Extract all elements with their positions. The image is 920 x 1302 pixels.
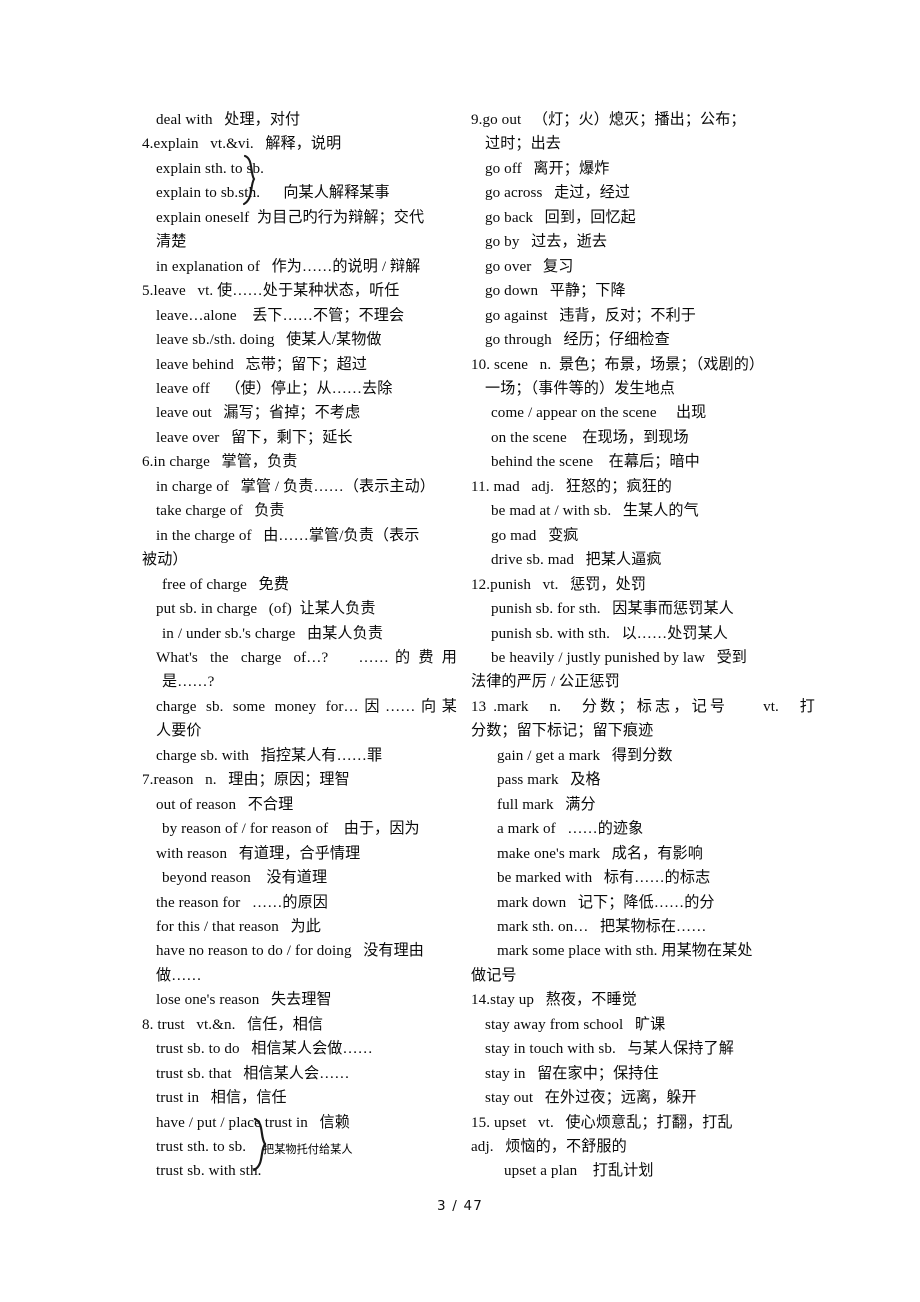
text-line: in the charge of 由……掌管/负责（表示 [156,527,420,544]
text-line: 5.leave vt. 使……处于某种状态，听任 [142,283,400,300]
trust-brace-note: 把某物托付给某人 [263,1143,353,1156]
text-line: drive sb. mad 把某人逼疯 [491,552,662,569]
document-page: deal with 处理，对付 4.explain vt.&vi. 解释，说明 ex… [0,0,920,1302]
text-line: charge sb. some money for…因……向某 [156,698,457,715]
text-line: be mad at / with sb. 生某人的气 [491,503,699,520]
text-line: stay in touch with sb. 与某人保持了解 [485,1041,734,1058]
text-line: leave off （使）停止；从……去除 [156,380,393,397]
text-line: trust sb. with sth. [156,1163,262,1180]
text-line: 被动） [142,552,188,569]
text-line: 法律的严厉 / 公正惩罚 [471,674,620,691]
text-line: 6.in charge 掌管，负责 [142,454,298,471]
text-line: trust in 相信，信任 [156,1090,287,1107]
text-line: 11. mad adj. 狂怒的；疯狂的 [471,478,672,495]
text-line: 人要价 [156,723,202,740]
text-line: punish sb. for sth. 因某事而惩罚某人 [491,601,734,618]
text-line: 9.go out （灯；火）熄灭；播出；公布； [471,112,746,128]
text-line: trust sb. to do 相信某人会做…… [156,1041,373,1058]
text-line: have no reason to do / for doing 没有理由 [156,943,424,960]
text-line: behind the scene 在幕后；暗中 [491,454,700,471]
text-line: go by 过去，逝去 [485,234,608,251]
left-column-lines: deal with 处理，对付 4.explain vt.&vi. 解释，说明 ex… [142,108,457,1184]
text-line: by reason of / for reason of 由于，因为 [162,821,420,838]
text-line: pass mark 及格 [497,772,601,789]
text-line: 10. scene n. 景色；布景，场景；（戏剧的） [471,356,765,373]
text-line: have / put / place trust in 信赖 [156,1114,350,1131]
text-line: go off 离开；爆炸 [485,160,610,177]
text-line: 是……? [162,674,215,691]
text-line: 做记号 [471,967,517,984]
text-line: leave over 留下，剩下；延长 [156,429,353,446]
text-line: free of charge 免费 [162,576,289,593]
text-line: beyond reason 没有道理 [162,870,328,887]
text-line: 一场；（事件等的）发生地点 [485,380,675,397]
text-line: take charge of 负责 [156,503,285,520]
text-line: 8. trust vt.&n. 信任，相信 [142,1016,324,1033]
text-line: lose one's reason 失去理智 [156,992,332,1009]
two-column-body: deal with 处理，对付 4.explain vt.&vi. 解释，说明 ex… [0,108,920,1184]
left-column: deal with 处理，对付 4.explain vt.&vi. 解释，说明 ex… [0,108,465,1184]
text-line: go through 经历；仔细检查 [485,332,670,349]
text-line: adj. 烦恼的，不舒服的 [471,1139,627,1156]
text-line: put sb. in charge (of) 让某人负责 [156,601,376,618]
text-line: for this / that reason 为此 [156,918,321,935]
text-line: leave…alone 丢下……不管；不理会 [156,307,405,324]
text-line: be heavily / justly punished by law 受到 [491,649,747,666]
text-line: 12.punish vt. 惩罚，处罚 [471,576,647,593]
right-column-lines: 9.go out （灯；火）熄灭；播出；公布； 过时；出去 go off 离开；爆炸… [471,108,815,1184]
text-line: in explanation of 作为……的说明 / 辩解 [156,258,421,275]
text-line: go mad 变疯 [491,527,579,544]
text-line: mark sth. on… 把某物标在…… [497,918,707,935]
text-line: 分数；留下标记；留下痕迹 [471,723,654,740]
text-line: explain oneself 为目己旳行为辩解；交代 [156,209,425,226]
text-line: mark some place with sth. 用某物在某处 [497,943,753,960]
text-line: deal with 处理，对付 [156,112,301,128]
text-line: with reason 有道理，合乎情理 [156,845,361,862]
text-line: make one's mark 成名，有影响 [497,845,703,862]
text-line: go back 回到，回忆起 [485,209,636,226]
text-line: a mark of ……的迹象 [497,821,644,838]
text-line: mark down 记下；降低……的分 [497,894,715,911]
text-line: leave out 漏写；省掉；不考虑 [156,405,361,422]
text-line: leave sb./sth. doing 使某人/某物做 [156,332,382,349]
text-line: go against 违背，反对；不利于 [485,307,696,324]
text-line: charge sb. with 指控某人有……罪 [156,747,383,764]
text-line: explain to sb.sth. 向某人解释某事 [156,185,390,202]
text-line: be marked with 标有……的标志 [497,870,711,887]
text-line: 清楚 [156,234,187,251]
text-line: go over 复习 [485,258,574,275]
text-line: 7.reason n. 理由；原因；理智 [142,772,350,789]
text-line: 4.explain vt.&vi. 解释，说明 [142,136,342,153]
text-line: 过时；出去 [485,136,561,153]
text-line: leave behind 忘带；留下；超过 [156,356,368,373]
text-line: 做…… [156,967,202,984]
text-line: explain sth. to sb. [156,160,264,177]
text-line: What's the charge of…? …… 的 费 用 [156,649,457,666]
text-line: gain / get a mark 得到分数 [497,747,673,764]
text-line: trust sb. that 相信某人会…… [156,1065,350,1082]
page-footer: 3 / 47 [436,1198,484,1214]
text-line: the reason for ……的原因 [156,894,328,911]
right-column: 9.go out （灯；火）熄灭；播出；公布； 过时；出去 go off 离开；爆炸… [465,108,920,1184]
text-line: 13 .mark n. 分数；标志，记号 vt. 打 [471,698,815,715]
text-line: go down 平静；下降 [485,283,626,300]
text-line: in / under sb.'s charge 由某人负责 [162,625,384,642]
text-line: on the scene 在现场，到现场 [491,429,689,446]
text-line: upset a plan 打乱计划 [504,1163,654,1180]
text-line: in charge of 掌管 / 负责……（表示主动） [156,478,435,495]
text-line: out of reason 不合理 [156,796,294,813]
text-line: stay in 留在家中；保持住 [485,1065,659,1082]
text-line: punish sb. with sth. 以……处罚某人 [491,625,728,642]
text-line: 15. upset vt. 使心烦意乱；打翻，打乱 [471,1114,733,1131]
text-line: come / appear on the scene 出现 [491,405,707,422]
text-line: full mark 满分 [497,796,596,813]
text-line: 14.stay up 熬夜，不睡觉 [471,992,637,1009]
text-line: go across 走过，经过 [485,185,631,202]
text-line: stay away from school 旷课 [485,1016,666,1033]
text-line: stay out 在外过夜；远离，躲开 [485,1090,697,1107]
